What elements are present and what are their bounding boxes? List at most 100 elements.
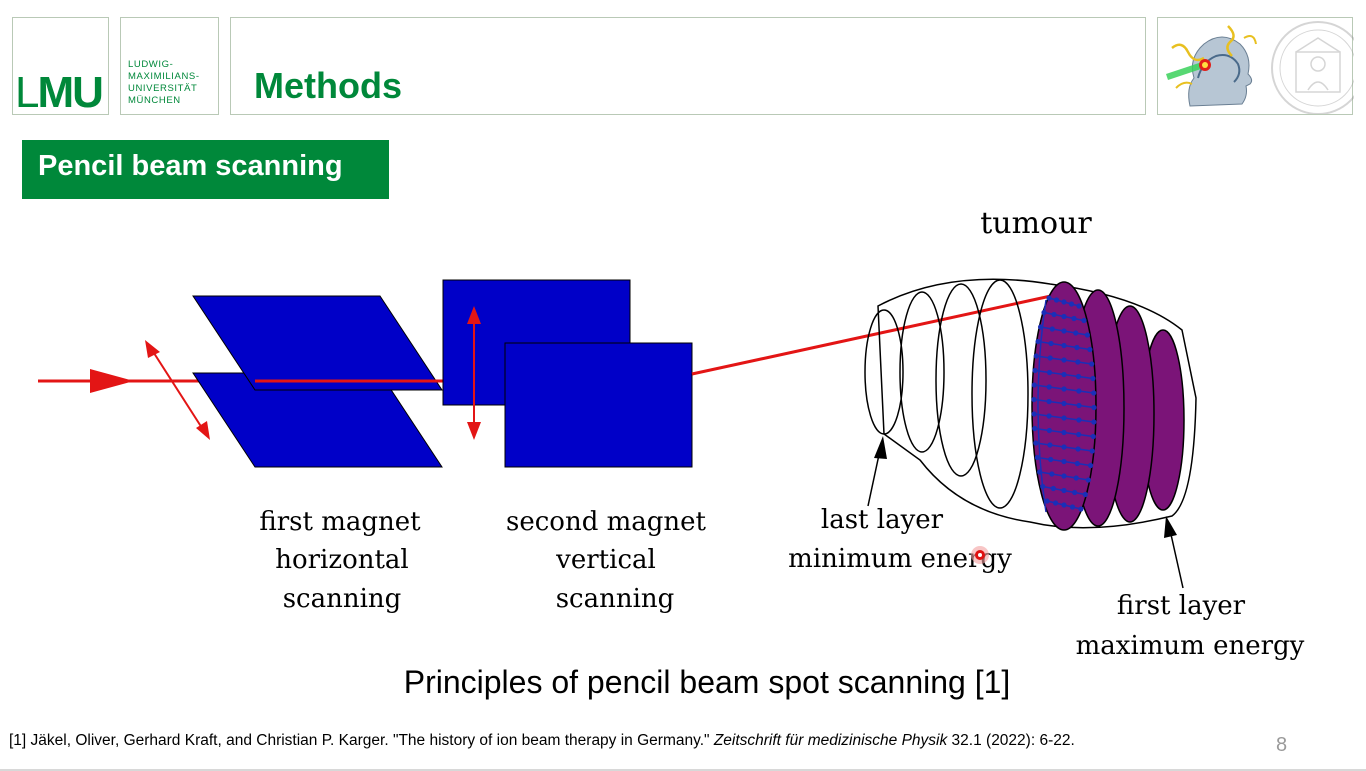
page-number: 8 (1276, 734, 1288, 756)
scan-spot (1031, 396, 1037, 403)
scan-spot (1031, 411, 1037, 417)
scan-spot (1073, 475, 1079, 481)
scan-spot (1061, 415, 1067, 421)
scan-spot (1091, 404, 1097, 411)
scan-spot (1089, 361, 1095, 367)
last-layer-label-1: last layer (821, 505, 944, 535)
scan-spot (1061, 299, 1067, 305)
scan-spot (1053, 297, 1060, 303)
first-magnet-label-3: scanning (283, 584, 402, 614)
scan-spot (1033, 353, 1039, 359)
scan-spot (1046, 369, 1053, 376)
horizontal-scan-arrowhead-top (145, 340, 160, 358)
scan-spot (1049, 471, 1055, 477)
scan-spot (1051, 311, 1057, 318)
scan-spot (1061, 371, 1067, 378)
scan-spot (1033, 440, 1039, 446)
scan-spot (1046, 413, 1052, 419)
scan-spot (1032, 425, 1038, 432)
scan-spot (1087, 462, 1094, 469)
layer-outline-4 (971, 279, 1029, 509)
scan-spot (1089, 448, 1095, 454)
scan-spot (1061, 357, 1067, 363)
scan-spot (1061, 473, 1067, 479)
scan-spot (1081, 317, 1087, 324)
scan-spot (1061, 502, 1067, 508)
scan-spot (1087, 346, 1093, 353)
scan-spot (1061, 342, 1067, 349)
horizontal-scan-arrow (151, 349, 203, 429)
scan-spot (1047, 355, 1053, 361)
second-magnet-label-2: vertical (555, 545, 656, 575)
scan-spot (1061, 444, 1067, 450)
reference-journal: Zeitschrift für medizinische Physik (713, 732, 948, 749)
scan-spot (1061, 313, 1067, 320)
scan-spot (1048, 456, 1054, 463)
horizontal-scan-arrowhead-bottom (196, 421, 210, 440)
scan-spot (1075, 446, 1081, 452)
first-magnet-label-1: first magnet (259, 507, 421, 537)
scan-spot (1046, 384, 1052, 390)
scan-spot (1031, 382, 1037, 388)
scan-spot (1085, 477, 1091, 483)
scan-spot (1061, 458, 1067, 465)
pencil-beam-diagram: tumour first magnet horizontal scanning … (38, 206, 1305, 661)
second-magnet-label-3: scanning (556, 584, 675, 614)
scan-spot (1090, 433, 1096, 440)
scan-spot (1073, 330, 1079, 336)
last-layer-arrowhead (874, 436, 887, 459)
first-layer-pointer (1169, 529, 1184, 589)
scan-spot (1076, 402, 1082, 409)
scan-spot (1074, 344, 1080, 351)
reference-citation: [1] Jäkel, Oliver, Gerhard Kraft, and Ch… (9, 733, 1075, 749)
scan-spot (1082, 491, 1088, 498)
scan-spot (1047, 442, 1053, 448)
scan-spot (1074, 460, 1080, 467)
scan-spot (1090, 375, 1096, 382)
scan-spot (1052, 500, 1059, 506)
scan-spot (1076, 303, 1082, 309)
scan-spot (1071, 315, 1077, 322)
tumour-label: tumour (980, 206, 1092, 241)
scan-spot (1084, 332, 1091, 338)
scan-spot (1069, 504, 1076, 510)
laser-pointer-icon (971, 546, 989, 564)
scan-spot (1046, 295, 1052, 301)
scan-spot (1061, 487, 1067, 494)
first-magnet-label-2: horizontal (275, 545, 409, 575)
scan-spot (1049, 326, 1055, 332)
scan-spot (1046, 398, 1052, 405)
scan-spot (1061, 386, 1067, 392)
deflected-beam (691, 292, 1061, 376)
figure-caption: Principles of pencil beam spot scanning … (403, 664, 1011, 700)
reference-authors-title: [1] Jäkel, Oliver, Gerhard Kraft, and Ch… (9, 732, 714, 749)
scan-spot (1061, 400, 1067, 407)
scan-spot (1050, 485, 1056, 492)
scan-spot (1091, 390, 1097, 396)
second-magnet-front-plate (504, 342, 693, 468)
scan-spot (1076, 417, 1082, 423)
scan-spot (1078, 506, 1084, 512)
scan-spot (1076, 388, 1082, 394)
beam-arrowhead (90, 369, 134, 393)
reference-volume: 32.1 (2022): 6-22. (947, 732, 1075, 749)
scan-spot (1068, 301, 1075, 307)
scan-spot (1035, 338, 1041, 345)
scan-spot (1061, 328, 1067, 334)
scan-spot (1032, 367, 1038, 374)
layer-outline-1 (864, 309, 904, 435)
first-layer-label-2: maximum energy (1076, 631, 1305, 661)
scan-spot (1061, 429, 1067, 436)
second-magnet-label-1: second magnet (506, 507, 707, 537)
scan-spot (1046, 427, 1052, 434)
last-layer-pointer (867, 449, 881, 507)
scan-spot (1048, 340, 1054, 347)
scan-spot (1075, 359, 1081, 365)
first-layer-arrowhead (1164, 516, 1177, 538)
scan-spot (1091, 419, 1097, 425)
scan-spot (1072, 489, 1078, 496)
scan-spot (1075, 373, 1082, 380)
first-layer-label-1: first layer (1117, 591, 1246, 621)
vertical-scan-arrowhead-bottom (467, 422, 481, 440)
layer-outline-2 (899, 291, 945, 453)
